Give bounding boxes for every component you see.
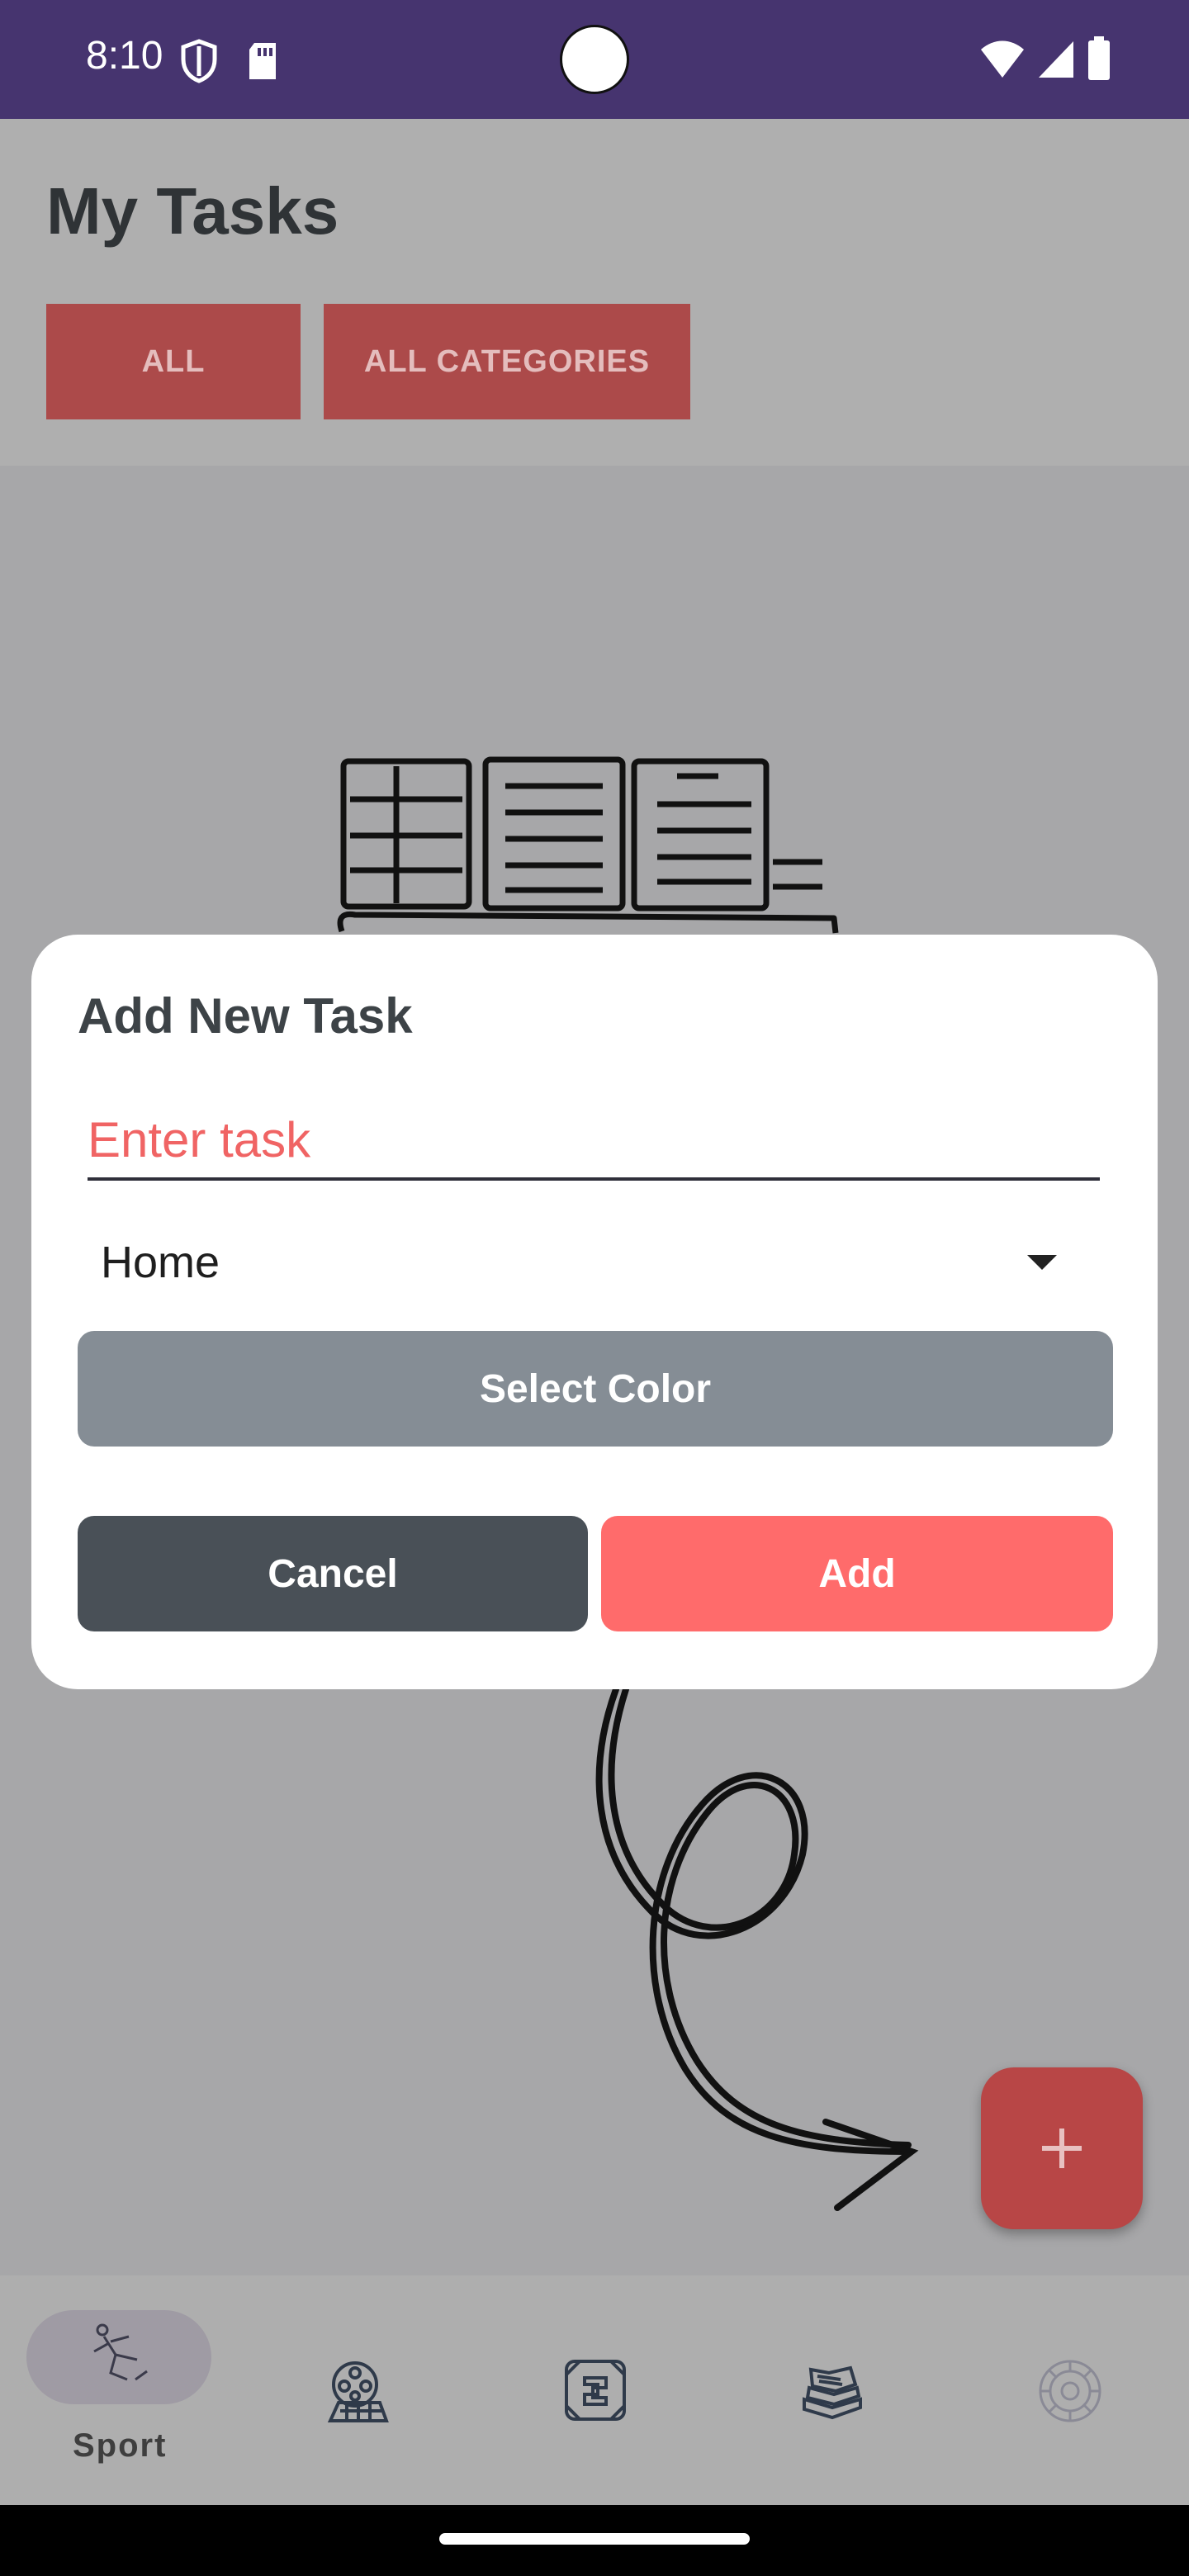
add-button[interactable]: Add [601, 1516, 1113, 1631]
nav-label-sport: Sport [73, 2427, 168, 2464]
nav-item-settings[interactable] [1035, 2356, 1105, 2426]
nav-item-sport[interactable] [26, 2310, 211, 2404]
filter-categories-button[interactable]: ALL CATEGORIES [324, 304, 690, 419]
cancel-button[interactable]: Cancel [78, 1516, 588, 1631]
filter-all-button[interactable]: ALL [46, 304, 301, 419]
chevron-down-icon [1027, 1255, 1057, 1270]
wifi-icon [981, 40, 1024, 78]
category-selected-value: Home [101, 1238, 220, 1287]
curly-arrow-illustration [595, 1689, 919, 2211]
gesture-handle[interactable] [439, 2533, 750, 2545]
movie-reel-icon [327, 2361, 389, 2422]
plus-icon [1042, 2129, 1082, 2168]
battery-icon [1088, 36, 1110, 80]
dialog-title: Add New Task [78, 988, 413, 1044]
front-camera [560, 25, 629, 94]
books-stack-icon [803, 2365, 862, 2420]
shield-icon [181, 39, 217, 83]
select-color-button[interactable]: Select Color [78, 1331, 1113, 1447]
nav-item-puzzle[interactable] [560, 2355, 631, 2426]
cell-signal-icon [1039, 41, 1073, 78]
gear-wheel-icon [1039, 2360, 1101, 2422]
puzzle-badge-icon [565, 2360, 626, 2421]
task-input[interactable] [88, 1101, 1100, 1181]
page-title: My Tasks [46, 174, 339, 248]
sport-runner-icon [93, 2323, 148, 2381]
status-time: 8:10 [86, 34, 163, 78]
add-task-fab[interactable] [981, 2067, 1143, 2229]
sd-card-icon [249, 43, 276, 79]
category-select[interactable] [78, 1220, 1113, 1306]
nav-item-movies[interactable] [322, 2356, 391, 2426]
empty-state-notebooks-illustration [337, 756, 839, 934]
nav-item-books[interactable] [799, 2360, 865, 2422]
